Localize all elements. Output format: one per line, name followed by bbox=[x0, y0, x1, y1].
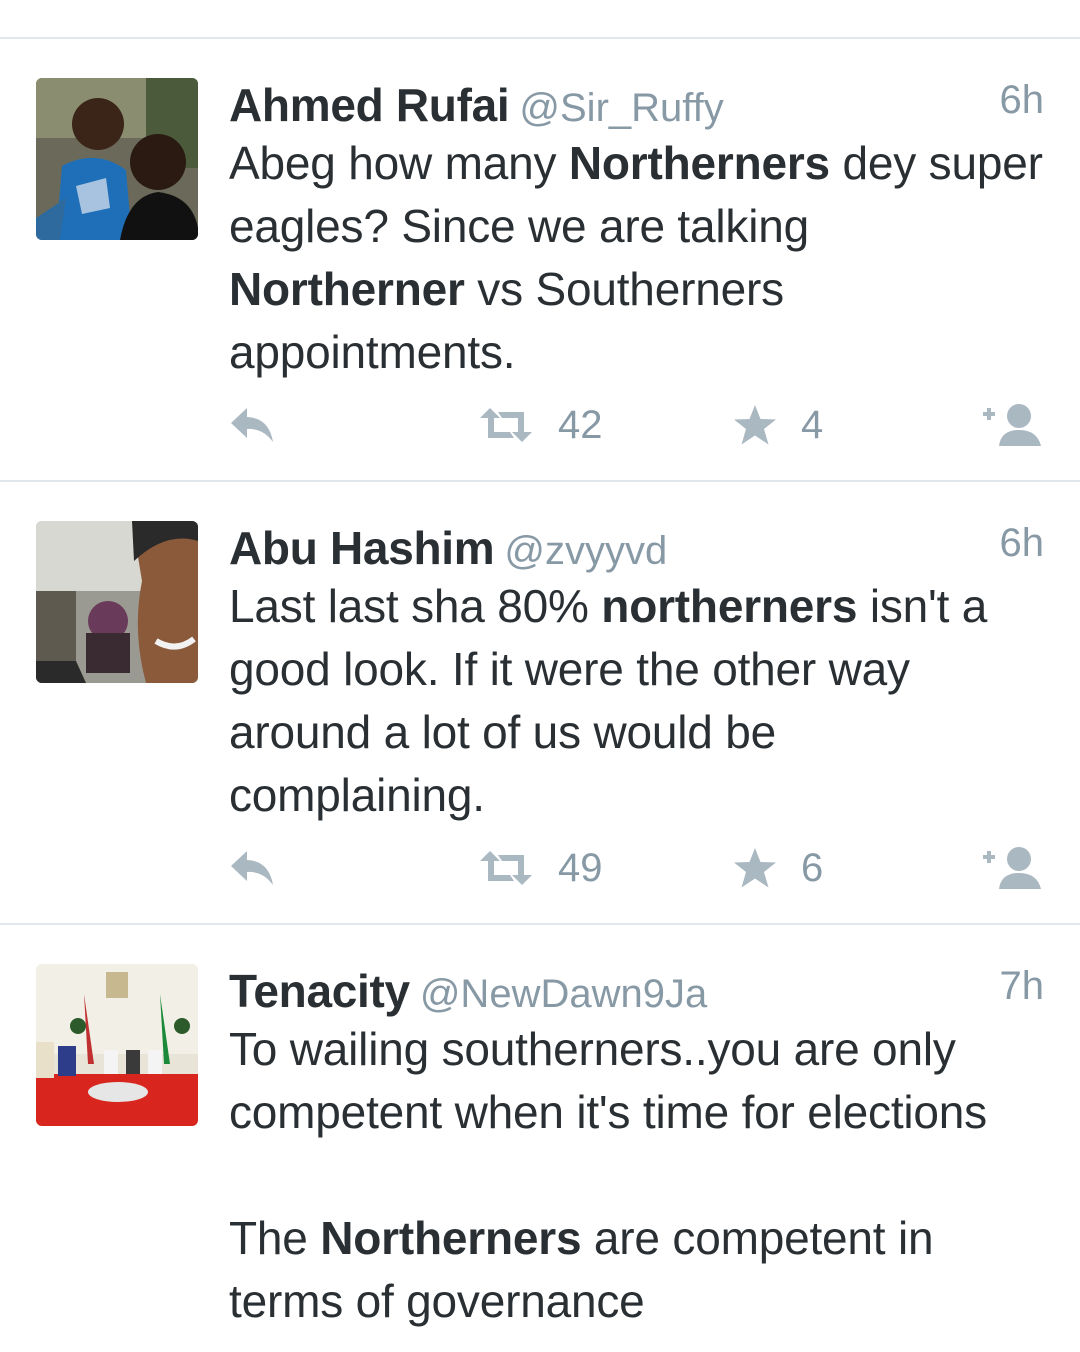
tweet-text: To wailing southerners..you are only com… bbox=[229, 1018, 1044, 1333]
retweet-count: 49 bbox=[558, 845, 603, 890]
retweet-icon bbox=[478, 849, 534, 887]
username[interactable]: @NewDawn9Ja bbox=[420, 972, 707, 1016]
star-icon bbox=[733, 404, 777, 446]
favorite-count: 4 bbox=[801, 402, 824, 447]
tweet-text: Abeg how many Northerners dey super eagl… bbox=[229, 137, 1043, 378]
tweet-header: Ahmed Rufai @Sir_Ruffy 6h bbox=[229, 78, 1045, 131]
top-divider bbox=[0, 37, 1080, 39]
tweet-text: Last last sha 80% northerners isn't a go… bbox=[229, 580, 988, 821]
reply-icon bbox=[229, 406, 275, 444]
avatar[interactable] bbox=[36, 78, 198, 240]
username[interactable]: @zvyyvd bbox=[504, 529, 667, 573]
favorite-button[interactable]: 4 bbox=[733, 400, 823, 450]
retweet-icon bbox=[478, 406, 534, 444]
tweet-header: Tenacity @NewDawn9Ja 7h bbox=[229, 964, 1045, 1017]
tweet-actions: 49 6 bbox=[0, 843, 1080, 893]
reply-button[interactable] bbox=[229, 843, 275, 893]
tweet-divider bbox=[0, 480, 1080, 482]
tweet-paragraph: To wailing southerners..you are only com… bbox=[229, 1023, 987, 1138]
display-name[interactable]: Abu Hashim bbox=[229, 522, 495, 574]
reply-button[interactable] bbox=[229, 400, 275, 450]
follow-button[interactable] bbox=[981, 843, 1045, 893]
star-icon bbox=[733, 847, 777, 889]
favorite-count: 6 bbox=[801, 845, 824, 890]
tweet-actions: 42 4 bbox=[0, 400, 1080, 450]
follow-icon bbox=[981, 845, 1045, 891]
display-name[interactable]: Ahmed Rufai bbox=[229, 79, 510, 131]
tweet-divider bbox=[0, 923, 1080, 925]
favorite-button[interactable]: 6 bbox=[733, 843, 823, 893]
reply-icon bbox=[229, 849, 275, 887]
timestamp[interactable]: 6h bbox=[1000, 78, 1045, 123]
avatar[interactable] bbox=[36, 964, 198, 1126]
follow-button[interactable] bbox=[981, 400, 1045, 450]
tweet-paragraph: The Northerners are competent in terms o… bbox=[229, 1212, 934, 1327]
display-name[interactable]: Tenacity bbox=[229, 965, 410, 1017]
retweet-count: 42 bbox=[558, 402, 603, 447]
follow-icon bbox=[981, 402, 1045, 448]
retweet-button[interactable]: 42 bbox=[478, 400, 603, 450]
retweet-button[interactable]: 49 bbox=[478, 843, 603, 893]
tweet-header: Abu Hashim @zvyyvd 6h bbox=[229, 521, 1045, 574]
avatar[interactable] bbox=[36, 521, 198, 683]
timestamp[interactable]: 7h bbox=[1000, 964, 1045, 1009]
timestamp[interactable]: 6h bbox=[1000, 521, 1045, 566]
username[interactable]: @Sir_Ruffy bbox=[519, 86, 723, 130]
